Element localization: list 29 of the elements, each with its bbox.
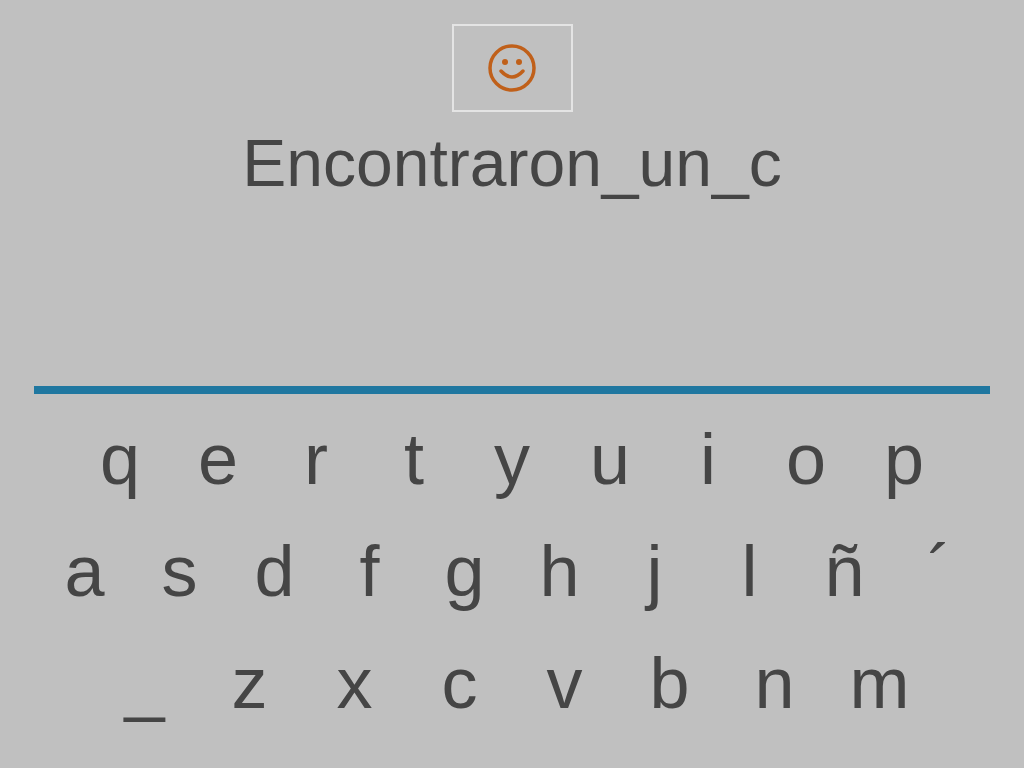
letter-key[interactable]: ñ (797, 526, 892, 616)
letter-key[interactable]: z (197, 638, 302, 728)
smiley-icon (487, 43, 537, 93)
letter-key[interactable]: q (71, 414, 169, 504)
letter-key[interactable]: c (407, 638, 512, 728)
letter-key[interactable]: ´ (892, 526, 987, 616)
letter-key[interactable]: _ (92, 638, 197, 728)
letter-key[interactable]: x (302, 638, 407, 728)
letter-key[interactable]: p (855, 414, 953, 504)
letter-key[interactable]: j (607, 526, 702, 616)
letter-key[interactable]: r (267, 414, 365, 504)
smiley-button[interactable] (451, 24, 573, 112)
letter-key[interactable]: b (617, 638, 722, 728)
letter-key[interactable]: v (512, 638, 617, 728)
letter-key[interactable]: t (365, 414, 463, 504)
letter-key[interactable]: l (702, 526, 797, 616)
letter-key[interactable]: o (757, 414, 855, 504)
letter-key[interactable]: m (827, 638, 932, 728)
letter-key[interactable]: y (463, 414, 561, 504)
letter-key[interactable]: e (169, 414, 267, 504)
letter-key[interactable]: g (417, 526, 512, 616)
letter-key[interactable]: u (561, 414, 659, 504)
letter-key[interactable]: f (322, 526, 417, 616)
letter-key[interactable]: s (132, 526, 227, 616)
letter-key[interactable]: d (227, 526, 322, 616)
letter-key[interactable]: a (37, 526, 132, 616)
letter-key[interactable]: i (659, 414, 757, 504)
letter-key[interactable]: n (722, 638, 827, 728)
letter-key[interactable]: h (512, 526, 607, 616)
